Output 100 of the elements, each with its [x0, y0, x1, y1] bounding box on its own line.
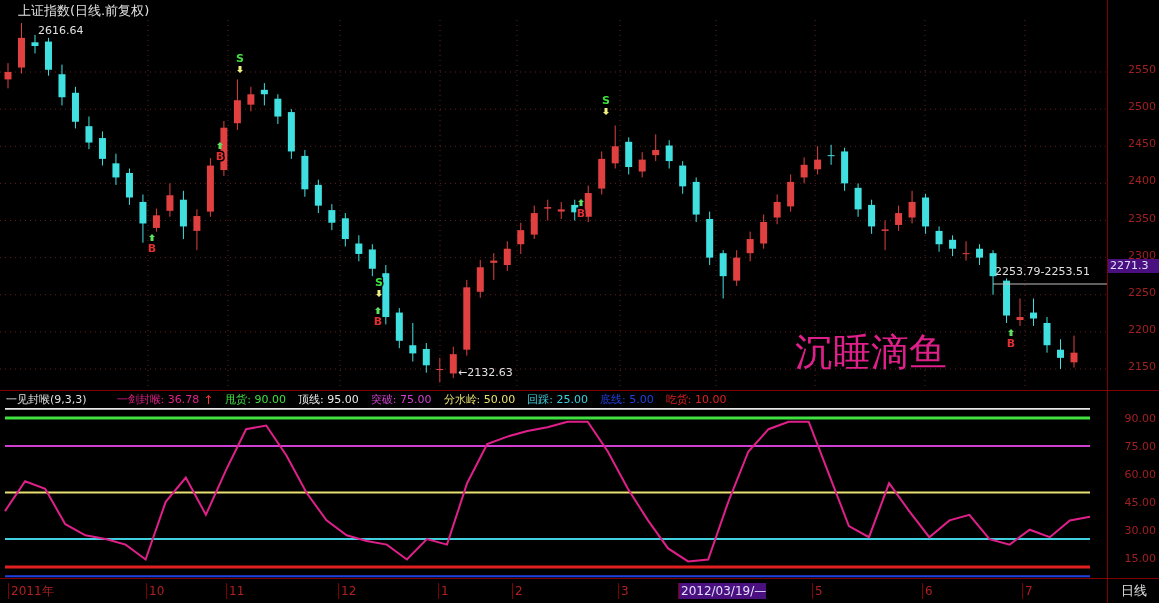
candlestick: [544, 199, 552, 221]
candlestick: [868, 199, 876, 235]
low-price-label: ←2132.63: [458, 366, 513, 379]
legend-item: 底线: 5.00: [599, 392, 654, 407]
candlestick: [976, 243, 984, 266]
candlestick: [409, 322, 417, 363]
candlestick: [422, 342, 430, 374]
signal-label: S: [602, 94, 610, 107]
time-axis-label: 12: [338, 583, 357, 599]
candlestick: [355, 234, 363, 262]
time-axis-label: 6: [922, 583, 933, 599]
up-arrow-icon: [217, 142, 223, 149]
indicator-title: 一见封喉(9,3,3): [6, 392, 87, 407]
candlestick: [814, 145, 822, 175]
signature-text: 沉睡滴鱼: [795, 330, 947, 374]
chart-title: 上证指数(日线.前复权): [18, 3, 150, 18]
period-label: 日线: [1107, 578, 1159, 603]
candlestick: [1043, 316, 1051, 354]
candlestick: [679, 160, 687, 195]
down-arrow-icon: [376, 290, 382, 297]
time-axis-label: 7: [1022, 583, 1033, 599]
candlestick: [247, 86, 255, 112]
indicator-axis-label: 30.00: [1124, 523, 1156, 537]
candlestick: [733, 249, 741, 287]
candlestick: [854, 182, 862, 218]
legend-item: 回踩: 25.00: [527, 392, 588, 407]
price-axis-label: 2200: [1128, 322, 1156, 336]
candlestick: [1030, 297, 1038, 327]
price-axis-label: 2150: [1128, 360, 1156, 373]
signal-label: B: [1006, 337, 1016, 350]
signal-label: S: [236, 52, 244, 65]
time-axis-label: 1: [438, 583, 449, 599]
legend-item: 顶线: 95.00: [298, 392, 359, 407]
up-arrow-icon: ↑: [203, 392, 214, 407]
candlestick: [193, 208, 201, 251]
indicator-axis-label: 75.00: [1124, 439, 1156, 453]
legend-item: 吃货: 10.00: [665, 392, 727, 407]
candlestick: [665, 139, 673, 170]
candlestick: [773, 194, 781, 225]
up-arrow-icon: [149, 234, 155, 241]
up-arrow-icon: [578, 199, 584, 206]
candlestick: [517, 222, 525, 255]
price-axis-label: 2350: [1128, 211, 1156, 225]
candlestick: [98, 130, 106, 167]
price-axis-label: 2550: [1128, 63, 1156, 76]
down-arrow-icon: [237, 66, 243, 73]
candlestick: [989, 249, 997, 296]
legend-item: 分水岭: 50.00: [443, 392, 516, 407]
candlestick: [719, 249, 727, 299]
signal-label: B: [576, 207, 586, 220]
time-axis-label: 5: [812, 583, 823, 599]
candlestick: [328, 203, 336, 231]
time-axis-label: 2011年: [8, 583, 54, 599]
high-price-label: 2616.64: [38, 24, 84, 37]
candlestick: [611, 124, 619, 170]
candlestick: [341, 212, 349, 247]
candlestick: [1057, 338, 1065, 370]
signal-label: B: [147, 242, 157, 255]
candlestick: [1070, 335, 1078, 369]
candlestick: [1016, 297, 1024, 327]
candlestick: [800, 156, 808, 184]
candlestick: [152, 208, 160, 233]
candlestick: [503, 240, 511, 272]
price-axis-label: 2500: [1128, 100, 1156, 114]
candlestick: [274, 93, 282, 125]
candlestick: [530, 205, 538, 240]
candlestick: [949, 234, 957, 257]
candlestick: [895, 205, 903, 232]
time-axis-label: 2012/03/19/—: [678, 583, 767, 599]
up-arrow-icon: [375, 307, 381, 314]
time-axis-label: 10: [146, 583, 165, 599]
candlestick: [449, 346, 457, 379]
candlestick: [827, 144, 835, 166]
price-axis-label: 2450: [1128, 137, 1156, 151]
signal-label: B: [373, 315, 383, 328]
time-axis-label: 2: [512, 583, 523, 599]
legend-item: 突破: 75.00: [370, 392, 432, 407]
indicator-axis-label: 15.00: [1124, 551, 1156, 565]
candlestick: [260, 82, 268, 106]
candlestick: [962, 240, 970, 262]
candlestick: [112, 153, 120, 186]
candlestick: [935, 225, 943, 253]
candlestick: [139, 194, 147, 244]
candlestick: [746, 231, 754, 262]
candlestick: [233, 78, 241, 131]
candlestick: [85, 116, 93, 150]
price-axis-label: 2300: [1128, 248, 1156, 262]
down-arrow-icon: [603, 108, 609, 115]
candlestick: [436, 357, 444, 383]
legend-item: 甩货: 90.00: [225, 392, 287, 407]
candlestick: [760, 214, 768, 250]
time-axis-label: 3: [618, 583, 629, 599]
candlestick: [908, 190, 916, 224]
candlestick: [166, 182, 174, 218]
candlestick: [58, 64, 66, 106]
candlestick: [368, 243, 376, 277]
candlestick: [4, 62, 12, 89]
indicator-axis-label: 60.00: [1124, 467, 1156, 481]
candlestick: [652, 133, 660, 162]
indicator-axis-label: 90.00: [1124, 412, 1156, 425]
